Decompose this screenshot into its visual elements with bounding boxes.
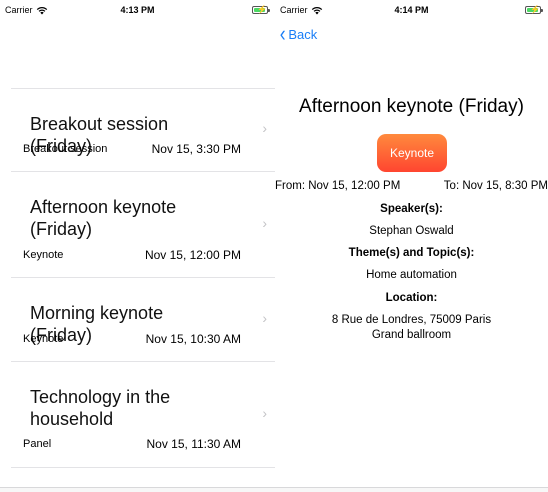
session-datetime: Nov 15, 12:00 PM [144,248,241,262]
battery-icon: ⚡ [525,5,543,14]
session-type: Keynote [23,333,64,345]
session-row-technology[interactable]: Technology in the household Panel Nov 15… [11,362,275,468]
status-bar: Carrier 4:13 PM ⚡ [0,0,275,20]
from-time: From: Nov 15, 12:00 PM [275,180,401,192]
detail-title: Afternoon keynote (Friday) [299,96,524,117]
location-room: Grand ballroom [371,329,452,341]
status-time: 4:14 PM [394,5,429,15]
session-title: Technology in the household [30,387,171,429]
chevron-right-icon: › [262,310,267,326]
battery-icon: ⚡ [252,5,270,14]
session-list: Breakout session (Friday) Breakout sessi… [11,88,275,468]
theme-label: Theme(s) and Topic(s): [348,247,475,259]
location-label: Location: [385,292,438,304]
location-address: 8 Rue de Londres, 75009 Paris [331,314,492,326]
session-type: Breakout session [23,143,108,155]
bottom-edge [0,487,275,492]
session-title: Afternoon keynote (Friday) [30,197,177,239]
session-datetime: Nov 15, 10:30 AM [145,332,241,346]
session-type: Panel [23,438,52,450]
chevron-right-icon: › [262,405,267,421]
chevron-right-icon: › [262,120,267,136]
chevron-right-icon: › [262,215,267,231]
bottom-edge [275,487,548,492]
status-time: 4:13 PM [120,5,155,15]
session-datetime: Nov 15, 3:30 PM [151,142,241,156]
speaker-value: Stephan Oswald [369,225,454,237]
session-list-screen: Carrier 4:13 PM ⚡ Breakout session (Frid… [0,0,275,492]
session-datetime: Nov 15, 11:30 AM [146,437,242,451]
back-button[interactable]: ‹ Back [279,21,318,46]
back-label: Back [288,26,318,42]
theme-value: Home automation [366,269,457,281]
to-time: To: Nov 15, 8:30 PM [443,180,548,192]
chevron-left-icon: ‹ [279,21,286,46]
status-bar: Carrier 4:14 PM ⚡ [275,0,548,20]
session-detail-screen: Carrier 4:14 PM ⚡ ‹ Back Afternoon keyno… [275,0,548,492]
session-row-morning-keynote[interactable]: Morning keynote (Friday) Keynote Nov 15,… [11,278,275,362]
session-row-afternoon-keynote[interactable]: Afternoon keynote (Friday) Keynote Nov 1… [11,172,275,278]
session-type: Keynote [23,249,64,261]
session-type-button[interactable]: Keynote [377,134,447,172]
speaker-label: Speaker(s): [380,203,443,215]
session-row-breakout[interactable]: Breakout session (Friday) Breakout sessi… [11,89,275,172]
